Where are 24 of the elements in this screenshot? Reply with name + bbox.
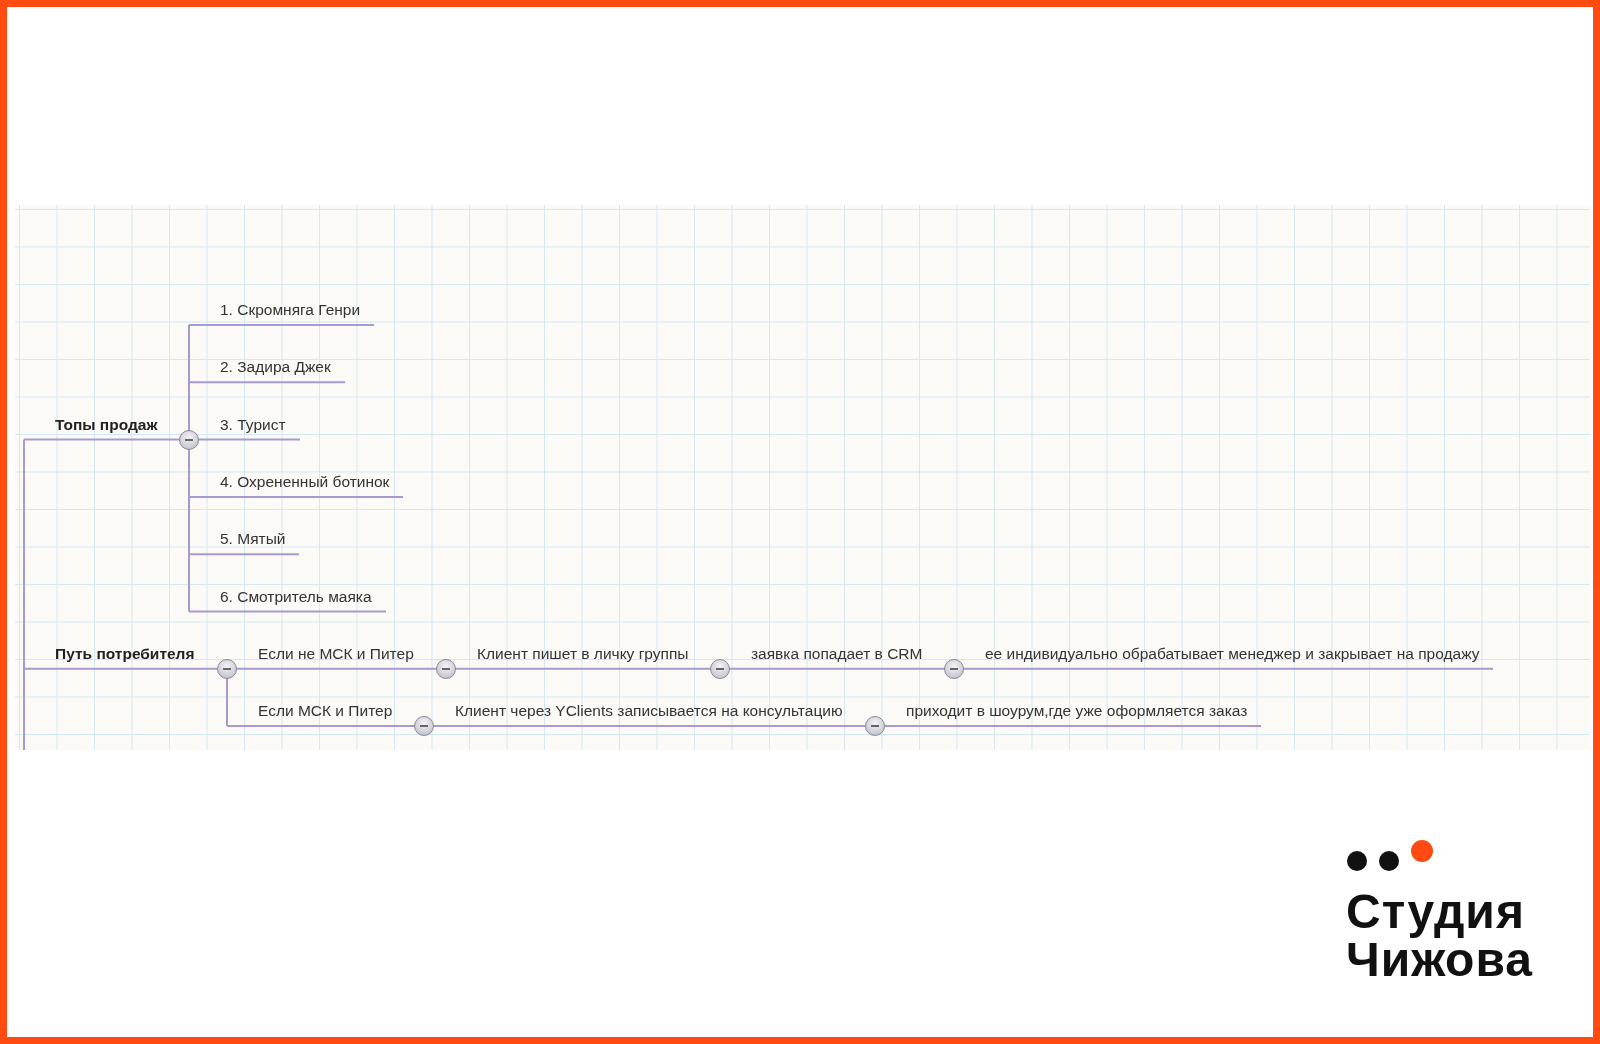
branch-label: Путь потребителя xyxy=(55,644,195,663)
node-label: Если не МСК и Питер xyxy=(258,644,414,663)
node-label: Клиент через YClients записывается на консультацию xyxy=(455,702,843,721)
node-label: 6. Смотритель маяка xyxy=(220,587,372,606)
collapse-button[interactable] xyxy=(217,658,237,679)
node-label: Клиент пишет в личку группы xyxy=(477,644,689,663)
collapse-button[interactable] xyxy=(710,658,730,679)
collapse-button[interactable] xyxy=(944,658,964,679)
node-label: 1. Скромняга Генри xyxy=(220,301,361,319)
node-label: ее индивидуально обрабатывает менеджер и закрывает на продажу xyxy=(985,644,1480,663)
node-label: приходит в шоурум,где уже оформляется заказ xyxy=(906,702,1248,721)
node-label: 4. Охрененный ботинок xyxy=(220,472,390,491)
branch-label: Топы продаж xyxy=(55,415,158,434)
node-label: заявка попадает в CRM xyxy=(751,644,923,663)
node-label: 3. Турист xyxy=(220,415,286,434)
logo-text: Студия xyxy=(1346,888,1526,936)
node-label: 5. Мятый xyxy=(220,530,286,549)
node-label: 2. Задира Джек xyxy=(220,358,331,377)
collapse-button[interactable] xyxy=(414,716,434,737)
collapse-button[interactable] xyxy=(179,429,199,450)
collapse-button[interactable] xyxy=(865,716,885,737)
collapse-button[interactable] xyxy=(436,658,456,679)
node-label: Если МСК и Питер xyxy=(258,702,393,721)
dots-icon xyxy=(1346,840,1435,872)
